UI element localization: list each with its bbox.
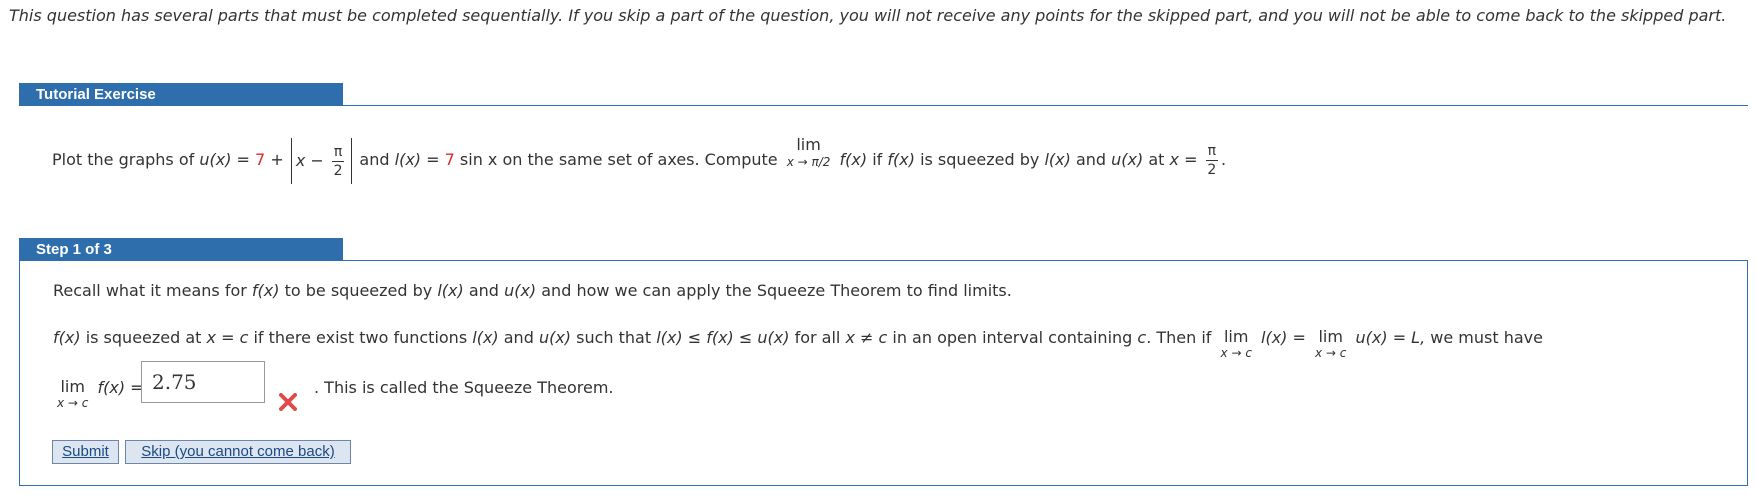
pi-over-2-fraction: π2: [1205, 142, 1219, 179]
u-function: u(x): [504, 281, 537, 300]
f-function: f(x): [251, 281, 280, 300]
limit-notation: lim x → c: [1220, 327, 1252, 361]
definition-segment: and: [503, 328, 534, 347]
lim-subscript: x → c: [1220, 346, 1252, 360]
f-function: f(x): [97, 378, 126, 397]
equals-sign: =: [426, 150, 440, 169]
plus-sign: +: [270, 150, 284, 169]
limit-notation: lim x → c: [1315, 327, 1347, 361]
f-function: f(x): [839, 150, 868, 169]
l-function: l(x): [437, 281, 464, 300]
period: .: [1221, 150, 1227, 169]
definition-segment: if there exist two functions: [253, 328, 468, 347]
squeeze-theorem-note: . This is called the Squeeze Theorem.: [314, 378, 614, 397]
lim-subscript: x → π/2: [786, 155, 831, 169]
problem-statement: Plot the graphs of u(x) = 7 + x − π2 and…: [52, 135, 1226, 185]
u-function: u(x): [199, 150, 232, 169]
definition-text: f(x) is squeezed at x = c if there exist…: [53, 327, 1543, 361]
u-function: u(x): [538, 328, 572, 347]
definition-segment: . Then if: [1146, 328, 1212, 347]
abs-x: x: [295, 150, 306, 170]
sine-term: sin x: [459, 150, 498, 169]
definition-segment: such that: [576, 328, 652, 347]
f-function: f(x): [53, 328, 81, 347]
lim-label: lim: [1223, 327, 1249, 346]
absolute-value: x − π2: [290, 137, 353, 184]
x-equals-c: x = c: [206, 328, 249, 347]
recall-segment: Recall what it means for: [53, 281, 247, 300]
problem-text: at: [1148, 150, 1165, 169]
incorrect-x-icon: [279, 393, 297, 411]
definition-segment: for all: [794, 328, 841, 347]
l-function: l(x): [1044, 150, 1071, 169]
recall-text: Recall what it means for f(x) to be sque…: [53, 280, 1012, 302]
fraction-denominator: 2: [333, 162, 343, 179]
page: This question has several parts that mus…: [0, 0, 1757, 503]
tutorial-header-rule: [19, 105, 1748, 106]
recall-segment: to be squeezed by: [284, 281, 433, 300]
lim-label: lim: [60, 377, 85, 396]
lim-label: lim: [796, 135, 821, 154]
fraction-numerator: π: [331, 143, 345, 162]
squeeze-inequality: l(x) ≤ f(x) ≤ u(x): [656, 328, 790, 347]
x-equals: x =: [1169, 150, 1198, 169]
limit-notation: lim x → π/2: [787, 135, 831, 169]
u-function: u(x): [1111, 150, 1144, 169]
equals-sign: =: [1292, 328, 1306, 347]
answer-input[interactable]: [141, 361, 265, 403]
problem-text: on the same set of axes. Compute: [502, 150, 778, 169]
answer-line-left: lim x → c f(x) =: [53, 377, 144, 411]
equals-L: = L,: [1392, 328, 1426, 347]
step-header: Step 1 of 3: [19, 238, 343, 261]
l-function: l(x): [472, 328, 499, 347]
equals-sign: =: [236, 150, 250, 169]
c-variable: c: [1137, 328, 1147, 347]
tutorial-header: Tutorial Exercise: [19, 83, 343, 106]
definition-segment: in an open interval containing: [892, 328, 1133, 347]
definition-segment: is squeezed at: [85, 328, 202, 347]
f-function: f(x): [887, 150, 915, 169]
lim-subscript: x → c: [57, 396, 89, 410]
l-constant: 7: [444, 150, 455, 169]
submit-button[interactable]: Submit: [52, 440, 119, 464]
instructions-text: This question has several parts that mus…: [9, 6, 1727, 25]
recall-segment: and how we can apply the Squeeze Theorem…: [541, 281, 1012, 300]
l-function: l(x): [394, 150, 422, 169]
fraction-denominator: 2: [1207, 162, 1217, 178]
minus-sign: −: [310, 150, 324, 170]
problem-text: Plot the graphs of: [52, 150, 195, 169]
lim-subscript: x → c: [1315, 346, 1347, 360]
problem-text: and: [359, 150, 390, 169]
definition-segment: we must have: [1430, 328, 1543, 347]
limit-notation: lim x → c: [57, 377, 89, 411]
x-not-equal-c: x ≠ c: [845, 328, 888, 347]
l-function: l(x): [1261, 328, 1288, 347]
problem-text: and: [1075, 150, 1107, 169]
fraction-numerator: π: [1205, 143, 1219, 161]
problem-text: if: [872, 150, 883, 169]
u-function: u(x): [1355, 328, 1388, 347]
recall-segment: and: [468, 281, 499, 300]
skip-button[interactable]: Skip (you cannot come back): [125, 440, 351, 464]
pi-over-2-fraction: π2: [331, 143, 345, 180]
lim-label: lim: [1318, 327, 1343, 346]
problem-text: is squeezed by: [920, 150, 1040, 169]
u-constant: 7: [255, 150, 266, 169]
